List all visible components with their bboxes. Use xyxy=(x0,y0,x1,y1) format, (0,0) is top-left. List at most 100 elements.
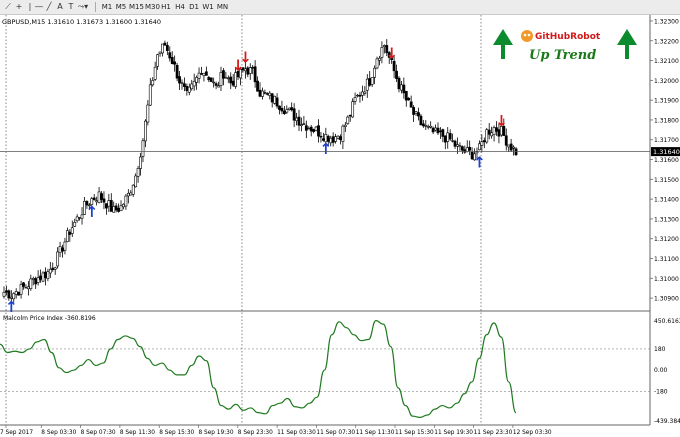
candle-body xyxy=(424,125,428,127)
candle-body xyxy=(368,78,372,86)
candle-body xyxy=(273,95,277,104)
candle-body xyxy=(453,140,457,147)
candle-body xyxy=(482,140,486,143)
candle-body xyxy=(7,290,11,299)
timeframe-m30[interactable]: M30 xyxy=(144,1,160,14)
candle-body xyxy=(336,135,340,139)
candle-body xyxy=(419,115,423,126)
timeframe-m1[interactable]: M1 xyxy=(100,1,114,14)
candle-body xyxy=(168,52,172,59)
price-tick-label: 1.31100 xyxy=(654,256,679,263)
candle-body xyxy=(126,193,130,197)
candle-body xyxy=(314,126,318,131)
candle-body xyxy=(443,135,447,143)
candle-body xyxy=(378,57,381,61)
candle-body xyxy=(480,141,484,146)
candle-body xyxy=(63,241,67,251)
time-tick-label: 11 Sep 15:30 xyxy=(395,430,434,436)
candle-body xyxy=(209,77,213,82)
candle-body xyxy=(465,147,469,153)
candle-body xyxy=(487,129,491,135)
candle-body xyxy=(70,227,74,234)
candle-body xyxy=(187,86,191,93)
chart-area[interactable]: 1.32300 1.32200 1.32100 1.32000 1.31900 1.318… xyxy=(0,15,680,437)
current-price-label: 1.31640 xyxy=(653,148,680,156)
price-scale: 1.32300 1.32200 1.32100 1.32000 1.31900 1.318… xyxy=(650,18,679,303)
timeframe-d1[interactable]: D1 xyxy=(187,1,201,14)
timeframe-w1[interactable]: W1 xyxy=(201,1,215,14)
candle-body xyxy=(392,60,396,72)
candle-body xyxy=(268,92,272,96)
candle-body xyxy=(22,282,25,287)
candle-body xyxy=(170,56,174,64)
timeframe-h1[interactable]: H1 xyxy=(159,1,173,14)
candle-body xyxy=(270,93,274,103)
candle-body xyxy=(41,272,45,282)
candle-body xyxy=(451,140,455,142)
candle-body xyxy=(441,129,445,137)
timeframe-h4[interactable]: H4 xyxy=(173,1,187,14)
robot-eye-icon xyxy=(523,33,527,37)
candle-body xyxy=(107,200,111,207)
timeframe-m5[interactable]: M5 xyxy=(114,1,128,14)
time-tick-label: 8 Sep 15:30 xyxy=(159,430,194,436)
candle-body xyxy=(46,271,50,279)
candle-body xyxy=(17,291,21,296)
price-tick-label: 1.31200 xyxy=(654,236,679,243)
buy-arrow-icon: ↑ xyxy=(5,298,18,316)
candle-body xyxy=(97,191,101,203)
robot-head-icon xyxy=(521,30,533,42)
time-tick-label: 8 Sep 23:30 xyxy=(238,430,273,436)
candle-body xyxy=(61,247,64,252)
candle-body xyxy=(370,77,374,85)
candle-body xyxy=(165,45,169,52)
candle-body xyxy=(36,277,40,283)
candle-body xyxy=(95,200,99,203)
candle-body xyxy=(407,97,411,101)
candle-body xyxy=(297,116,301,126)
candle-body xyxy=(148,84,152,106)
candle-body xyxy=(163,42,167,46)
candle-body xyxy=(251,67,255,69)
candle-body xyxy=(265,93,269,95)
candle-body xyxy=(460,146,464,151)
candle-body xyxy=(485,129,489,143)
price-tick-label: 1.30900 xyxy=(654,296,679,303)
candle-body xyxy=(119,205,123,212)
candle-body xyxy=(429,125,433,128)
candle-body xyxy=(509,143,513,151)
candle-body xyxy=(100,193,103,200)
indicator-tick-label: -439.3844 xyxy=(654,418,680,425)
candle-body xyxy=(129,192,133,196)
candle-body xyxy=(456,144,459,147)
candle-body xyxy=(2,291,6,297)
candle-body xyxy=(26,286,30,290)
time-axis: 7 Sep 2017 8 Sep 03:30 8 Sep 07:30 8 Sep 11… xyxy=(0,425,552,436)
candle-body xyxy=(134,175,138,188)
candle-body xyxy=(109,200,113,212)
candle-body xyxy=(402,84,406,94)
time-tick-label: 11 Sep 23:30 xyxy=(474,430,513,436)
candle-body xyxy=(58,246,62,253)
candle-body xyxy=(212,81,216,84)
candle-body xyxy=(334,136,337,142)
time-tick-label: 7 Sep 2017 xyxy=(0,430,33,436)
candle-body xyxy=(319,135,323,138)
candle-body xyxy=(214,83,218,86)
indicator-tick-label: -180 xyxy=(654,388,668,395)
candle-body xyxy=(51,267,55,270)
timeframe-m15[interactable]: M15 xyxy=(128,1,144,14)
toolbar-separator xyxy=(95,2,96,12)
candle-body xyxy=(309,126,313,132)
candle-body xyxy=(346,116,350,124)
candle-body xyxy=(409,101,413,108)
candle-body xyxy=(421,123,425,127)
candle-body xyxy=(195,77,199,83)
time-tick-label: 8 Sep 07:30 xyxy=(81,430,116,436)
shapes-dropdown-icon[interactable]: ⤳▾ xyxy=(75,1,91,12)
candle-body xyxy=(29,278,33,289)
candle-body xyxy=(317,125,320,137)
candle-body xyxy=(183,83,186,87)
indicator-title: Malcolm Price Index -360.8196 xyxy=(3,315,96,322)
timeframe-mn[interactable]: MN xyxy=(215,1,230,14)
